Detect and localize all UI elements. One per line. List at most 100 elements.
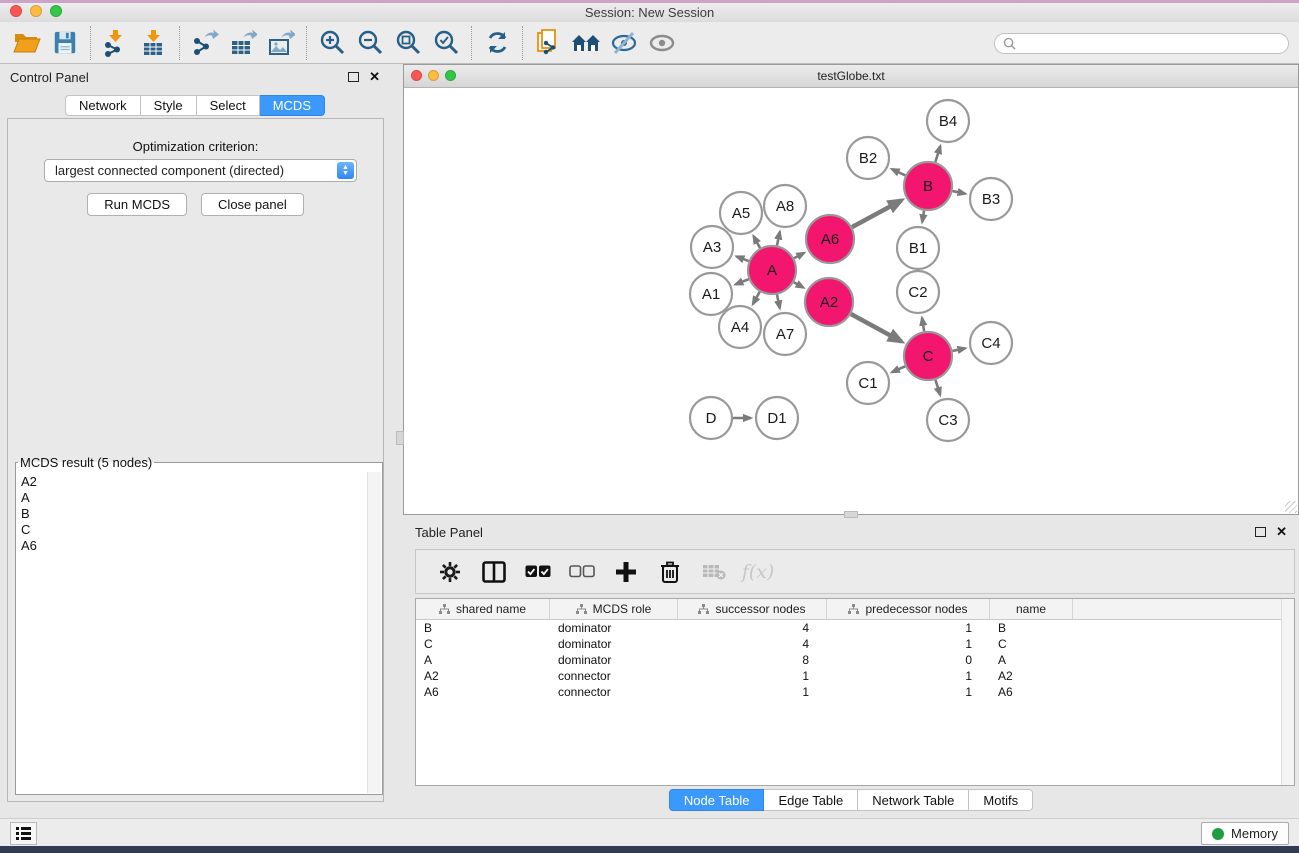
graph-edge-A-A3[interactable] [737,256,749,261]
result-scrollbar[interactable] [367,472,381,793]
minimize-network-window-button[interactable] [428,70,439,81]
graph-node-A6[interactable]: A6 [806,215,854,263]
graph-node-A8[interactable]: A8 [764,185,806,227]
tab-network-table[interactable]: Network Table [858,789,969,811]
graph-node-A2[interactable]: A2 [805,278,853,326]
float-table-panel-icon[interactable] [1255,527,1266,537]
table-row[interactable]: A6connector11A6 [416,684,1294,700]
graph-node-B4[interactable]: B4 [927,100,969,142]
mcds-result-item[interactable]: A2 [21,474,367,490]
column-header-MCDS-role[interactable]: MCDS role [550,599,678,619]
zoom-network-window-button[interactable] [445,70,456,81]
houses-icon[interactable] [567,25,605,61]
zoom-window-button[interactable] [50,5,62,17]
graph-node-C1[interactable]: C1 [847,362,889,404]
graph-node-A5[interactable]: A5 [720,192,762,234]
graph-edge-A-A8[interactable] [777,232,780,246]
refresh-icon[interactable] [478,25,516,61]
show-all-eye-icon[interactable] [643,25,681,61]
tab-motifs[interactable]: Motifs [969,789,1033,811]
mcds-result-item[interactable]: A [21,490,367,506]
graph-node-B2[interactable]: B2 [847,137,889,179]
tab-style[interactable]: Style [141,95,197,116]
close-panel-icon[interactable]: ✕ [369,69,380,85]
graph-edge-B-B4[interactable] [935,146,940,162]
export-network-icon[interactable] [186,25,224,61]
graph-node-B3[interactable]: B3 [970,178,1012,220]
graph-node-C3[interactable]: C3 [927,399,969,441]
graph-edge-B-B3[interactable] [952,191,965,194]
zoom-selected-icon[interactable] [427,25,465,61]
graph-edge-C-C3[interactable] [935,380,940,395]
node-table[interactable]: shared nameMCDS rolesuccessor nodesprede… [415,598,1295,786]
graph-node-A7[interactable]: A7 [764,313,806,355]
graph-edge-A6-B[interactable] [852,200,901,227]
graph-node-B[interactable]: B [904,162,952,210]
close-table-panel-icon[interactable]: ✕ [1276,524,1287,540]
close-window-button[interactable] [10,5,22,17]
horizontal-splitter-handle[interactable] [844,511,858,518]
select-all-checkboxes-icon[interactable] [520,555,556,589]
mcds-result-item[interactable]: B [21,506,367,522]
save-session-icon[interactable] [46,25,84,61]
graph-node-C2[interactable]: C2 [897,271,939,313]
graph-node-C[interactable]: C [904,332,952,380]
graph-edge-A-A5[interactable] [754,236,760,248]
tab-network[interactable]: Network [65,95,141,116]
import-network-icon[interactable] [97,25,135,61]
table-row[interactable]: Cdominator41C [416,636,1294,652]
graph-edge-C-C1[interactable] [892,366,905,372]
add-column-plus-icon[interactable] [608,555,644,589]
resize-grip[interactable] [1285,501,1297,513]
graph-edge-A-A7[interactable] [777,294,780,308]
network-canvas[interactable]: B4B2BB3A8A5A6A3B1AC2A1A2A4A7C4CC1DD1C3 [404,88,1298,514]
mcds-result-item[interactable]: C [21,522,367,538]
task-history-button[interactable] [10,822,37,845]
graph-edge-A-A1[interactable] [735,279,748,284]
export-image-icon[interactable] [262,25,300,61]
export-table-icon[interactable] [224,25,262,61]
graph-node-A3[interactable]: A3 [691,226,733,268]
minimize-window-button[interactable] [30,5,42,17]
tab-node-table[interactable]: Node Table [669,789,765,811]
graph-edge-C-C4[interactable] [952,348,965,351]
criterion-dropdown[interactable]: largest connected component (directed) ▲… [44,159,357,182]
table-row[interactable]: Bdominator41B [416,620,1294,636]
tab-edge-table[interactable]: Edge Table [764,789,858,811]
column-header-shared-name[interactable]: shared name [416,599,550,619]
graph-edge-A2-C[interactable] [851,314,901,342]
column-header-predecessor-nodes[interactable]: predecessor nodes [827,599,990,619]
graph-node-A1[interactable]: A1 [690,273,732,315]
graph-edge-B-B1[interactable] [922,211,924,222]
table-row[interactable]: A2connector11A2 [416,668,1294,684]
float-panel-icon[interactable] [348,72,359,82]
table-scrollbar[interactable] [1281,599,1294,785]
vertical-splitter-handle[interactable] [396,431,404,445]
memory-button[interactable]: Memory [1201,822,1289,845]
graph-edge-A-A2[interactable] [794,282,804,287]
show-columns-icon[interactable] [476,555,512,589]
close-panel-button[interactable]: Close panel [201,193,304,216]
graph-edge-A-A6[interactable] [794,253,804,258]
new-network-from-file-icon[interactable] [529,25,567,61]
delete-columns-trash-icon[interactable] [652,555,688,589]
search-box[interactable] [994,33,1289,54]
hide-selected-eye-slash-icon[interactable] [605,25,643,61]
graph-node-A4[interactable]: A4 [719,306,761,348]
table-row[interactable]: Adominator80A [416,652,1294,668]
graph-node-B1[interactable]: B1 [897,227,939,269]
graph-node-D1[interactable]: D1 [756,397,798,439]
open-session-icon[interactable] [8,25,46,61]
column-header-successor-nodes[interactable]: successor nodes [678,599,827,619]
graph-node-A[interactable]: A [748,246,796,294]
zoom-fit-icon[interactable] [389,25,427,61]
deselect-all-checkboxes-icon[interactable] [564,555,600,589]
import-table-icon[interactable] [135,25,173,61]
close-network-window-button[interactable] [411,70,422,81]
zoom-in-icon[interactable] [313,25,351,61]
mcds-result-list[interactable]: A2ABCA6 [17,472,367,793]
mcds-result-item[interactable]: A6 [21,538,367,554]
table-settings-gear-icon[interactable] [432,555,468,589]
graph-edge-B-B2[interactable] [892,169,906,175]
search-input[interactable] [1021,37,1280,51]
